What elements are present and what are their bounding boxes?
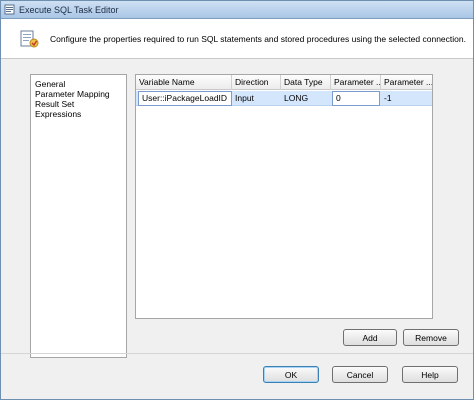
ok-button[interactable]: OK	[263, 366, 319, 383]
remove-button[interactable]: Remove	[403, 329, 459, 346]
cell-parameter-size[interactable]: -1	[381, 91, 432, 106]
add-button[interactable]: Add	[343, 329, 397, 346]
table-row[interactable]: User::iPackageLoadID Input LONG 0 -1	[136, 91, 432, 106]
nav-item-general[interactable]: General	[35, 79, 65, 89]
nav-item-parameter-mapping[interactable]: Parameter Mapping	[35, 89, 110, 99]
header-description: Configure the properties required to run…	[50, 34, 466, 44]
footer-divider	[1, 353, 473, 354]
column-header-direction[interactable]: Direction	[232, 75, 281, 90]
description-header: Configure the properties required to run…	[1, 19, 473, 59]
grid-header: Variable Name Direction Data Type Parame…	[136, 75, 432, 90]
sql-task-icon	[4, 4, 15, 15]
cell-direction[interactable]: Input	[232, 91, 281, 106]
column-header-parameter-name[interactable]: Parameter ...	[331, 75, 381, 90]
help-button[interactable]: Help	[402, 366, 458, 383]
column-header-data-type[interactable]: Data Type	[281, 75, 331, 90]
column-header-parameter-size[interactable]: Parameter ...	[381, 75, 432, 90]
parameter-mapping-grid: Variable Name Direction Data Type Parame…	[135, 74, 433, 319]
column-header-variable-name[interactable]: Variable Name	[136, 75, 232, 90]
cell-parameter-name[interactable]: 0	[332, 91, 380, 106]
nav-item-expressions[interactable]: Expressions	[35, 109, 81, 119]
cell-data-type[interactable]: LONG	[281, 91, 331, 106]
sql-task-icon	[20, 30, 39, 48]
cancel-button[interactable]: Cancel	[332, 366, 388, 383]
execute-sql-task-editor-window: Execute SQL Task Editor Configure the pr…	[0, 0, 474, 400]
window-title: Execute SQL Task Editor	[19, 5, 119, 15]
page-navigation-list: General Parameter Mapping Result Set Exp…	[30, 74, 127, 358]
cell-variable-name[interactable]: User::iPackageLoadID	[138, 91, 232, 106]
title-bar[interactable]: Execute SQL Task Editor	[1, 1, 473, 19]
nav-item-result-set[interactable]: Result Set	[35, 99, 74, 109]
